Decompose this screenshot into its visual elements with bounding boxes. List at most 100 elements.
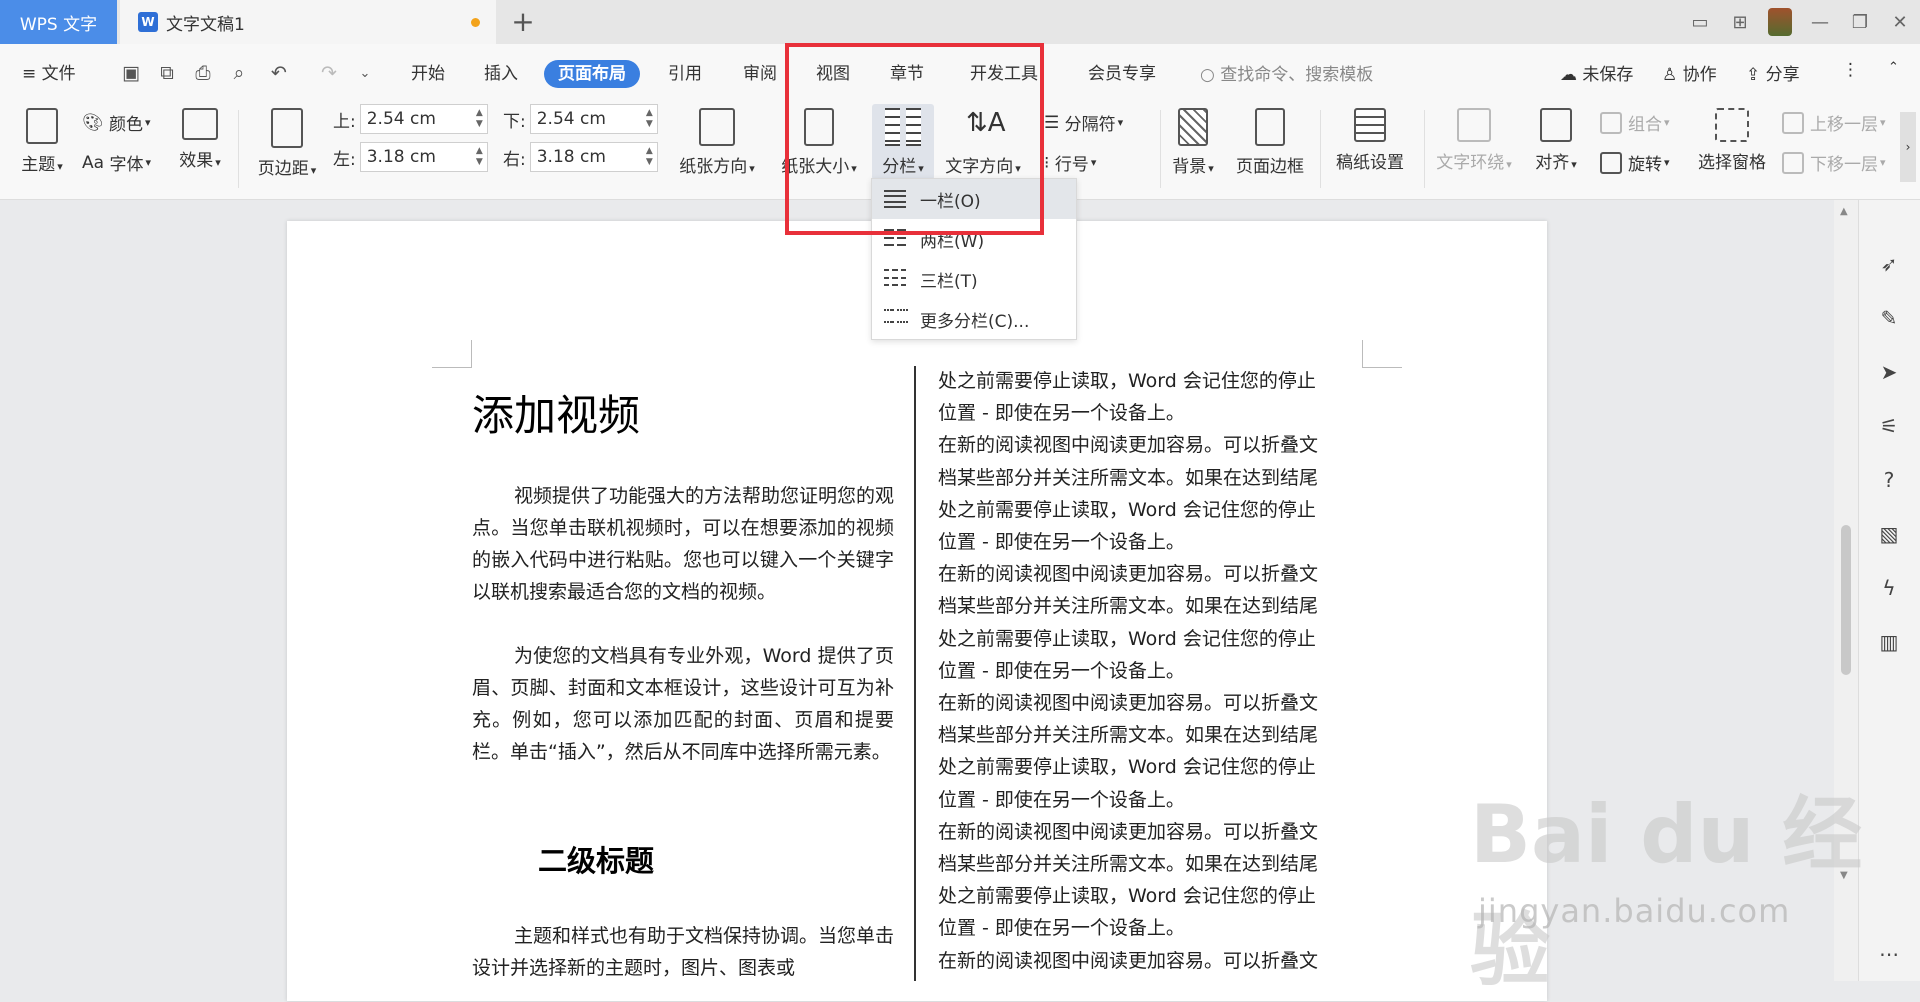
line-numbers-icon: ⁝ [1044, 152, 1050, 173]
scroll-up-icon[interactable]: ▲ [1840, 206, 1848, 217]
tab-insert[interactable]: 插入 [484, 60, 518, 88]
three-columns-option[interactable]: 三栏(T) [872, 259, 1076, 299]
minimize-icon[interactable]: — [1800, 0, 1840, 44]
margin-left-value: 3.18 cm [366, 147, 436, 167]
collapse-ribbon-icon[interactable]: ⌃ [1888, 60, 1899, 75]
pen-icon[interactable]: ✎ [1875, 304, 1903, 332]
print-icon[interactable]: ⎙ [190, 59, 216, 87]
background-button[interactable]: 背景 ▾ [1168, 108, 1218, 177]
collaborate-button[interactable]: ♙ 协作 [1662, 60, 1717, 85]
scrollbar-thumb[interactable] [1841, 525, 1851, 675]
share-label: 分享 [1765, 65, 1800, 85]
theme-button[interactable]: 主题 ▾ [16, 108, 68, 175]
one-column-option[interactable]: 一栏(O) [872, 179, 1076, 219]
separator [1160, 110, 1161, 188]
effect-button[interactable]: 效果 ▾ [172, 108, 228, 171]
theme-icon [26, 108, 58, 144]
margin-bottom-field[interactable]: 下: 2.54 cm ▲ ▼ [503, 104, 658, 134]
orientation-button[interactable]: 纸张方向 ▾ [674, 108, 760, 177]
columns-button[interactable]: 分栏 ▾ [872, 104, 934, 180]
customize-chevron-down-icon[interactable]: ⌄ [352, 59, 378, 87]
more-icon[interactable]: ⋮ [1842, 60, 1859, 80]
help-icon[interactable]: ? [1875, 466, 1903, 494]
selection-pane-button[interactable]: 选择窗格 [1690, 108, 1774, 173]
margin-left-field[interactable]: 左: 3.18 cm ▲ ▼ [333, 142, 488, 172]
right-line: 处之前需要停止读取，Word 会记住您的停止 [938, 627, 1316, 650]
more-columns-option[interactable]: 更多分栏(C)... [872, 299, 1076, 339]
paragraph-2[interactable]: 为使您的文档具有专业外观，Word 提供了页眉、页脚、封面和文本框设计，这些设计… [472, 640, 894, 768]
print-preview-icon[interactable]: ⌕ [226, 59, 252, 87]
rotate-button[interactable]: 旋转 ▾ [1600, 150, 1670, 175]
tab-view[interactable]: 视图 [816, 60, 850, 88]
heading-2[interactable]: 二级标题 [538, 838, 654, 880]
manuscript-label: 稿纸设置 [1336, 153, 1404, 173]
page-border-label: 页面边框 [1236, 157, 1304, 177]
page-layout-icon[interactable]: ▭ [1680, 0, 1720, 44]
share-button[interactable]: ⇪ 分享 [1746, 60, 1800, 85]
text-direction-button[interactable]: ⇅A 文字方向 ▾ [940, 108, 1026, 177]
undo-icon[interactable]: ↶ [266, 59, 292, 87]
bolt-icon[interactable]: ϟ [1875, 574, 1903, 602]
send-backward-icon [1782, 151, 1804, 174]
two-columns-option[interactable]: 两栏(W) [872, 219, 1076, 259]
tab-review[interactable]: 审阅 [743, 60, 777, 88]
manuscript-settings-button[interactable]: 稿纸设置 [1328, 108, 1412, 173]
margin-top-field[interactable]: 上: 2.54 cm ▲ ▼ [333, 104, 488, 134]
cursor-icon[interactable]: ➤ [1875, 358, 1903, 386]
margin-right-field[interactable]: 右: 3.18 cm ▲ ▼ [503, 142, 658, 172]
paragraph-1[interactable]: 视频提供了功能强大的方法帮助您证明您的观点。当您单击联机视频时，可以在想要添加的… [472, 480, 894, 608]
color-label: 颜色 [109, 115, 143, 135]
export-icon[interactable]: ⧉ [154, 59, 180, 87]
avatar[interactable] [1760, 0, 1800, 44]
tab-section[interactable]: 章节 [890, 60, 924, 88]
ribbon-scroll-right-icon[interactable]: › [1900, 112, 1916, 182]
right-line: 位置 - 即使在另一个设备上。 [938, 917, 1185, 940]
font-button[interactable]: Aa 字体 ▾ [82, 150, 151, 176]
tab-member[interactable]: 会员专享 [1088, 60, 1156, 88]
page-border-button[interactable]: 页面边框 [1228, 108, 1312, 177]
redo-icon[interactable]: ↷ [316, 59, 342, 87]
right-line: 处之前需要停止读取，Word 会记住您的停止 [938, 756, 1316, 779]
document-title[interactable]: 添加视频 [472, 382, 640, 443]
send-backward-button[interactable]: 下移一层 ▾ [1782, 150, 1886, 175]
close-icon[interactable]: ✕ [1880, 0, 1920, 44]
margins-label: 页边距 [257, 159, 309, 179]
image-icon[interactable]: ▧ [1875, 520, 1903, 548]
margins-button[interactable]: 页边距 ▾ [252, 108, 322, 179]
right-line: 在新的阅读视图中阅读更加容易。可以折叠文 [938, 949, 1319, 972]
effect-icon [182, 108, 218, 140]
align-button[interactable]: 对齐 ▾ [1530, 108, 1582, 173]
tab-page-layout[interactable]: 页面布局 [544, 60, 640, 88]
bring-forward-button[interactable]: 上移一层 ▾ [1782, 110, 1886, 135]
tab-developer[interactable]: 开发工具 [970, 60, 1038, 88]
sliders-icon[interactable]: ⚟ [1875, 412, 1903, 440]
search-box[interactable]: ○ 查找命令、搜索模板 [1200, 60, 1373, 85]
send-backward-label: 下移一层 [1810, 155, 1878, 175]
grid-apps-icon[interactable]: ⊞ [1720, 0, 1760, 44]
baidu-watermark: Bai du 经验 [1470, 788, 1863, 997]
line-numbers-button[interactable]: ⁝ 行号 ▾ [1044, 150, 1096, 176]
paper-size-button[interactable]: 纸张大小 ▾ [776, 108, 862, 177]
crop-mark-top-left [432, 340, 472, 368]
app-tab[interactable]: WPS 文字 [0, 0, 117, 44]
unsaved-label: 未保存 [1582, 65, 1634, 85]
group-button[interactable]: 组合 ▾ [1600, 110, 1670, 135]
text-wrap-label: 文字环绕 [1436, 153, 1505, 173]
rocket-icon[interactable]: ➶ [1875, 250, 1903, 278]
file-menu[interactable]: ≡ 文件 [22, 60, 76, 88]
tab-references[interactable]: 引用 [668, 60, 702, 88]
book-icon[interactable]: ▥ [1875, 628, 1903, 656]
unsaved-status[interactable]: ☁ 未保存 [1560, 60, 1633, 85]
document-tab[interactable]: W 文字文稿1 [120, 0, 496, 44]
restore-icon[interactable]: ❐ [1840, 0, 1880, 44]
text-wrap-button[interactable]: 文字环绕 ▾ [1430, 108, 1518, 173]
new-tab-button[interactable]: + [508, 5, 538, 38]
tab-home[interactable]: 开始 [411, 60, 445, 88]
save-icon[interactable]: ▣ [118, 59, 144, 87]
paragraph-3[interactable]: 主题和样式也有助于文档保持协调。当您单击设计并选择新的主题时，图片、图表或 [472, 920, 894, 984]
selection-pane-label: 选择窗格 [1698, 153, 1766, 173]
breaks-button[interactable]: ☰ 分隔符 ▾ [1044, 110, 1123, 136]
right-column-text[interactable]: 处之前需要停止读取，Word 会记住您的停止 位置 - 即使在另一个设备上。 在… [938, 365, 1358, 977]
more-columns-label: 更多分栏(C)... [920, 311, 1030, 332]
color-button[interactable]: 🎨︎ 颜色 ▾ [82, 110, 151, 136]
